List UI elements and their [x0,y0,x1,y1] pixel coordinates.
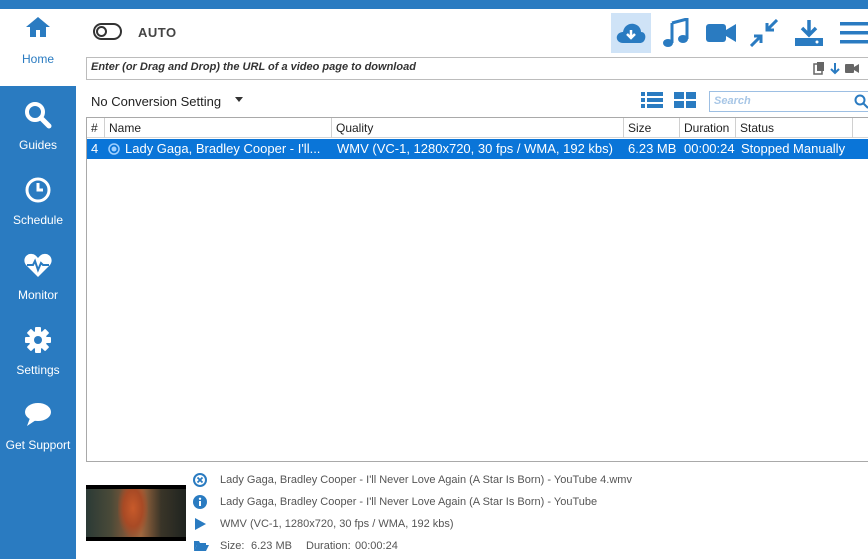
paste-icon[interactable] [813,62,825,75]
sidebar-item-label: Get Support [5,438,71,452]
top-accent-strip [0,0,868,9]
detail-duration-label: Duration: [306,540,351,552]
url-input[interactable] [91,61,791,73]
row-name: Lady Gaga, Bradley Cooper - I'll... [125,141,321,156]
grid-view-icon [674,92,696,108]
thumbnail-subject [118,489,148,537]
heartbeat-icon [24,253,52,277]
detail-file-name-text: Lady Gaga, Bradley Cooper - I'll Never L… [220,474,632,486]
video-camera-small-icon[interactable] [845,62,859,75]
column-header-number[interactable]: # [87,118,105,138]
column-header-duration[interactable]: Duration [680,118,736,138]
search-icon[interactable] [854,94,868,109]
sidebar: Home Guides Schedule Monitor Settings Ge… [0,9,76,559]
column-header-size[interactable]: Size [624,118,680,138]
chat-bubble-icon [25,403,51,426]
download-video-button[interactable] [611,13,651,53]
sidebar-item-label: Monitor [17,288,58,302]
detail-size-label: Size: [220,540,245,552]
sidebar-item-monitor[interactable]: Monitor [0,245,76,315]
cloud-download-icon [616,23,646,43]
sidebar-item-schedule[interactable]: Schedule [0,170,76,240]
sidebar-item-label: Schedule [12,213,64,227]
column-header-status[interactable]: Status [736,118,853,138]
sidebar-item-label: Settings [16,363,60,377]
row-size: 6.23 MB [628,141,677,156]
stopped-circle-icon [193,473,207,487]
install-update-button[interactable] [789,13,829,53]
column-header-quality[interactable]: Quality [332,118,624,138]
download-tray-icon [795,20,823,46]
grid-view-button[interactable] [674,91,696,114]
row-number: 4 [91,141,99,156]
url-bar [86,57,868,80]
folder-open-icon[interactable] [193,539,209,553]
video-thumbnail[interactable] [86,485,186,541]
search-icon [25,102,52,129]
row-quality: WMV (VC-1, 1280x720, 30 fps / WMA, 192 k… [337,141,613,156]
video-camera-icon [706,24,736,42]
detail-quality-text: WMV (VC-1, 1280x720, 30 fps / WMA, 192 k… [220,518,454,530]
music-note-icon [663,18,689,47]
downloads-table: # Name Quality Size Duration Status 4 La… [86,117,868,462]
download-audio-button[interactable] [656,13,696,53]
search-input[interactable] [714,95,844,107]
record-video-button[interactable] [701,13,741,53]
sidebar-item-label: Home [21,52,54,66]
arrow-down-icon[interactable] [829,62,841,75]
search-box [709,91,868,112]
column-header-name[interactable]: Name [105,118,332,138]
row-status: Stopped Manually [741,141,846,156]
sidebar-item-guides[interactable]: Guides [0,95,76,165]
detail-title-text: Lady Gaga, Bradley Cooper - I'll Never L… [220,496,598,508]
auto-toggle[interactable] [93,23,122,40]
main-menu-button[interactable] [834,13,868,53]
sidebar-item-settings[interactable]: Settings [0,320,76,390]
auto-label: AUTO [138,25,177,40]
table-header: # Name Quality Size Duration Status [87,118,868,138]
list-view-icon [641,92,663,108]
home-icon [26,17,50,37]
conversion-setting-dropdown[interactable]: No Conversion Setting [91,94,221,109]
detail-duration-value: 00:00:24 [355,540,398,552]
compact-mode-button[interactable] [744,13,784,53]
list-view-button[interactable] [641,91,663,114]
row-duration: 00:00:24 [684,141,735,156]
hamburger-menu-icon [840,22,868,44]
clock-icon [25,177,51,203]
gear-icon [25,327,51,353]
sidebar-item-label: Guides [18,138,58,152]
detail-size-value: 6.23 MB [251,540,292,552]
sidebar-item-home[interactable]: Home [0,9,76,86]
sidebar-item-get-support[interactable]: Get Support [0,395,76,465]
play-icon [195,518,206,530]
info-icon [193,495,207,509]
stopped-status-icon [108,143,120,155]
chevron-down-icon[interactable] [235,97,243,102]
url-actions [813,62,859,75]
compress-arrows-icon [750,19,778,47]
table-row[interactable]: 4 Lady Gaga, Bradley Cooper - I'll... WM… [87,139,868,159]
